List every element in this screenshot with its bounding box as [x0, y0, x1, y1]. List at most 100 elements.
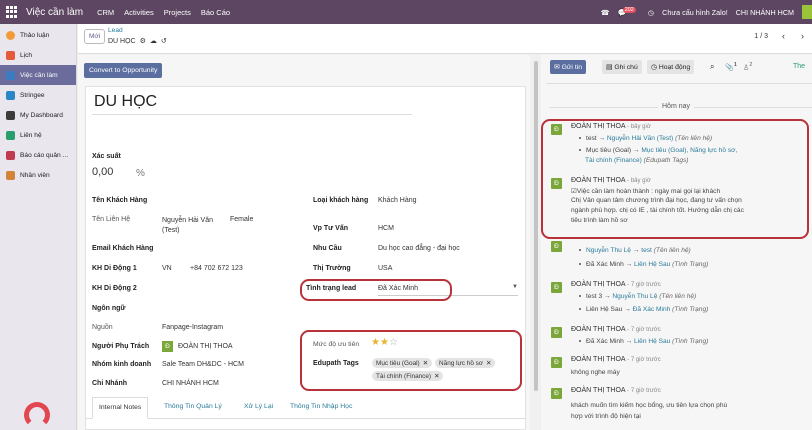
probability-label: Xác suất: [92, 153, 121, 160]
sidebar-item-reports[interactable]: Báo cáo quản ...: [0, 145, 76, 165]
follower-count: 2: [749, 62, 753, 68]
clock-icon: ◷: [651, 64, 659, 71]
apps-menu-icon[interactable]: [6, 6, 18, 18]
tab-enrollment-info[interactable]: Thông Tin Nhập Học: [290, 403, 352, 410]
sidebar-item-dashboard[interactable]: My Dashboard: [0, 105, 76, 125]
send-message-button[interactable]: ✉ Gửi tin: [550, 60, 587, 74]
follow-button[interactable]: The: [793, 63, 805, 70]
undo-icon[interactable]: ↺: [161, 37, 167, 45]
gear-icon[interactable]: ⚙: [140, 37, 146, 45]
menu-crm[interactable]: CRM: [97, 8, 114, 17]
menu-activities[interactable]: Activities: [124, 8, 154, 17]
chatter-divider: [546, 83, 812, 84]
clock-icon[interactable]: ◷: [648, 8, 654, 17]
owner-avatar: Đ: [162, 341, 173, 352]
advisor-field[interactable]: HCM: [378, 225, 394, 232]
customer-name-label: Tên Khách Hàng: [92, 197, 148, 204]
user-avatar[interactable]: [802, 5, 812, 19]
need-label: Nhu Cầu: [313, 245, 342, 252]
chatter-panel: ✉ Gửi tin ▤ Ghi chú ◷ Hoạt động ⌕ 📎1 ♙2 …: [541, 55, 812, 430]
need-field[interactable]: Du học cao đẳng - đại học: [378, 245, 460, 252]
tracking-line: Liên Hệ Sau → Đã Xác Minh (Tình Trạng): [579, 306, 708, 313]
phone1-country[interactable]: VN: [162, 265, 172, 272]
phone2-label: KH Di Động 2: [92, 285, 137, 292]
gender-field[interactable]: Female: [230, 216, 253, 223]
sidebar-item-discuss[interactable]: Thảo luận: [0, 25, 76, 45]
form-scrollbar[interactable]: [532, 57, 540, 430]
contacts-icon: [6, 130, 15, 140]
sidebar-item-calendar[interactable]: Lịch: [0, 45, 76, 65]
author-avatar: Đ: [551, 241, 562, 252]
notebook-tabs: Internal Notes Thông Tin Quản Lý Xử Lý L…: [86, 397, 526, 419]
author-avatar: Đ: [551, 282, 562, 293]
phone1-label: KH Di Động 1: [92, 265, 137, 272]
customer-type-field[interactable]: Khách Hàng: [378, 197, 417, 204]
messages-icon[interactable]: 💬202: [618, 6, 640, 17]
app-brand[interactable]: Việc cần làm: [26, 7, 83, 18]
sidebar: Thảo luận Lịch Việc cần làm Stringee My …: [0, 24, 77, 430]
control-panel: Mới Lead DU HỌC ⚙ ☁ ↺ 1 / 3 ‹ ›: [78, 24, 812, 54]
owner-field[interactable]: ĐOÀN THỊ THOA: [178, 343, 233, 350]
menu-reports[interactable]: Báo Cáo: [201, 8, 230, 17]
contact-name-field[interactable]: Nguyễn Hải Văn (Test): [162, 216, 224, 236]
zalo-status[interactable]: Chưa cấu hình Zalo!: [662, 8, 728, 17]
branch-label: Chi Nhánh: [92, 380, 127, 387]
phone1-field[interactable]: +84 702 672 123: [190, 265, 243, 272]
employees-icon: [6, 170, 15, 180]
tab-internal-notes[interactable]: Internal Notes: [92, 397, 149, 419]
sidebar-item-contacts[interactable]: Liên hệ: [0, 125, 76, 145]
date-divider: Hôm nay: [658, 103, 695, 110]
sidebar-item-todo[interactable]: Việc cần làm: [0, 65, 76, 85]
team-field[interactable]: Sale Team DH&DC - HCM: [162, 361, 244, 368]
new-button[interactable]: Mới: [84, 29, 106, 44]
tab-reprocess[interactable]: Xử Lý Lại: [244, 403, 273, 410]
envelope-icon: ✉: [554, 64, 562, 71]
language-label: Ngôn ngữ: [92, 305, 126, 312]
message-time: - 7 giờ trước: [627, 282, 661, 288]
message-count-badge: 202: [622, 6, 636, 13]
message-body-line: không nghe máy: [571, 369, 620, 376]
message-time: - 7 giờ trước: [627, 327, 661, 333]
prev-record-icon[interactable]: ‹: [782, 31, 785, 41]
tracking-line: Nguyễn Thu Lệ → test (Tên liên hệ): [579, 247, 691, 254]
phone-icon[interactable]: ☎: [601, 8, 610, 17]
company-logo-icon: [24, 402, 50, 428]
message-author: ĐOÀN THỊ THOA: [571, 281, 626, 288]
menu-projects[interactable]: Projects: [164, 8, 191, 17]
breadcrumb-parent[interactable]: Lead: [108, 27, 123, 34]
tracking-line: Đã Xác Minh → Liên Hệ Sau (Tình Trạng): [579, 261, 708, 268]
market-field[interactable]: USA: [378, 265, 392, 272]
probability-input[interactable]: 0,00: [92, 166, 113, 178]
sidebar-item-stringee[interactable]: Stringee: [0, 85, 76, 105]
message-body-line: hợp với trình độ hiện tại: [571, 413, 641, 420]
attachment-icon[interactable]: 📎1: [725, 62, 737, 71]
source-field[interactable]: Fanpage-Instagram: [162, 324, 223, 331]
dropdown-caret-icon[interactable]: ▼: [512, 284, 518, 290]
discuss-icon: [6, 30, 15, 40]
next-record-icon[interactable]: ›: [801, 31, 804, 41]
market-label: Thị Trường: [313, 265, 351, 272]
attachment-count: 1: [733, 62, 737, 68]
message-author: ĐOÀN THỊ THOA: [571, 326, 626, 333]
convert-to-opportunity-button[interactable]: Convert to Opportunity: [84, 63, 163, 78]
message-time: - 7 giờ trước: [627, 388, 661, 394]
breadcrumb: DU HỌC ⚙ ☁ ↺: [108, 37, 167, 46]
report-icon: [6, 150, 15, 160]
source-label: Nguồn: [92, 324, 113, 331]
lead-title[interactable]: DU HỌC: [94, 93, 157, 111]
team-label: Nhóm kinh doanh: [92, 361, 152, 368]
pager-value[interactable]: 1 / 3: [754, 33, 768, 40]
calendar-icon: [6, 50, 15, 60]
activity-button[interactable]: ◷ Hoạt động: [647, 60, 695, 74]
sidebar-item-employees[interactable]: Nhân viên: [0, 165, 76, 185]
log-note-button[interactable]: ▤ Ghi chú: [602, 60, 642, 74]
advisor-label: Vp Tư Vấn: [313, 225, 349, 232]
breadcrumb-current: DU HỌC: [108, 37, 136, 45]
search-icon[interactable]: ⌕: [710, 62, 714, 72]
tab-management-info[interactable]: Thông Tin Quản Lý: [164, 403, 222, 410]
followers-icon[interactable]: ♙2: [743, 62, 753, 71]
branch-switcher[interactable]: CHI NHÁNH HCM: [736, 8, 794, 17]
author-avatar: Đ: [551, 388, 562, 399]
cloud-save-icon[interactable]: ☁: [150, 37, 157, 45]
branch-field[interactable]: CHI NHÁNH HCM: [162, 380, 219, 387]
